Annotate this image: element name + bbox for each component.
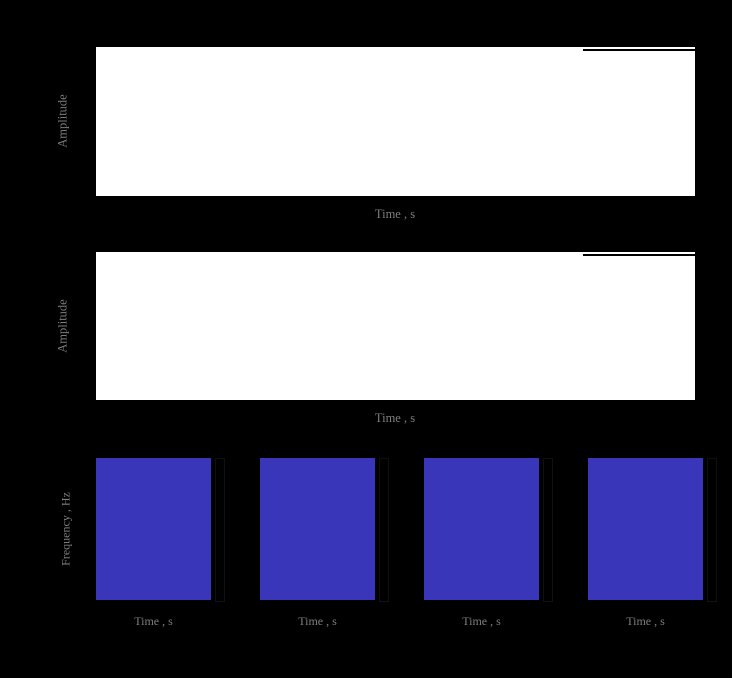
x-axis-label: Time , s [298, 614, 337, 629]
figure: Amplitude Time , s Amplitude Time , s Fr… [0, 0, 732, 678]
x-axis-label: Time , s [375, 207, 415, 222]
scalogram-noisy [260, 458, 375, 600]
x-axis-label: Time , s [462, 614, 501, 629]
scalogram-denoised [424, 458, 539, 600]
legend [583, 254, 697, 256]
colorbar [379, 458, 389, 602]
colorbar [707, 458, 717, 602]
scalogram-clean [96, 458, 211, 600]
colorbar [215, 458, 225, 602]
x-axis-label: Time , s [134, 614, 173, 629]
scalogram-removed-noise [588, 458, 703, 600]
x-axis-label: Time , s [375, 411, 415, 426]
colorbar [543, 458, 553, 602]
legend [583, 49, 697, 51]
y-axis-label: Amplitude [56, 299, 71, 352]
noise-comparison-chart [96, 252, 695, 400]
y-axis-label: Amplitude [56, 94, 71, 147]
x-axis-label: Time , s [626, 614, 665, 629]
y-axis-label: Frequency , Hz [59, 492, 74, 566]
denoising-comparison-chart [96, 47, 695, 196]
